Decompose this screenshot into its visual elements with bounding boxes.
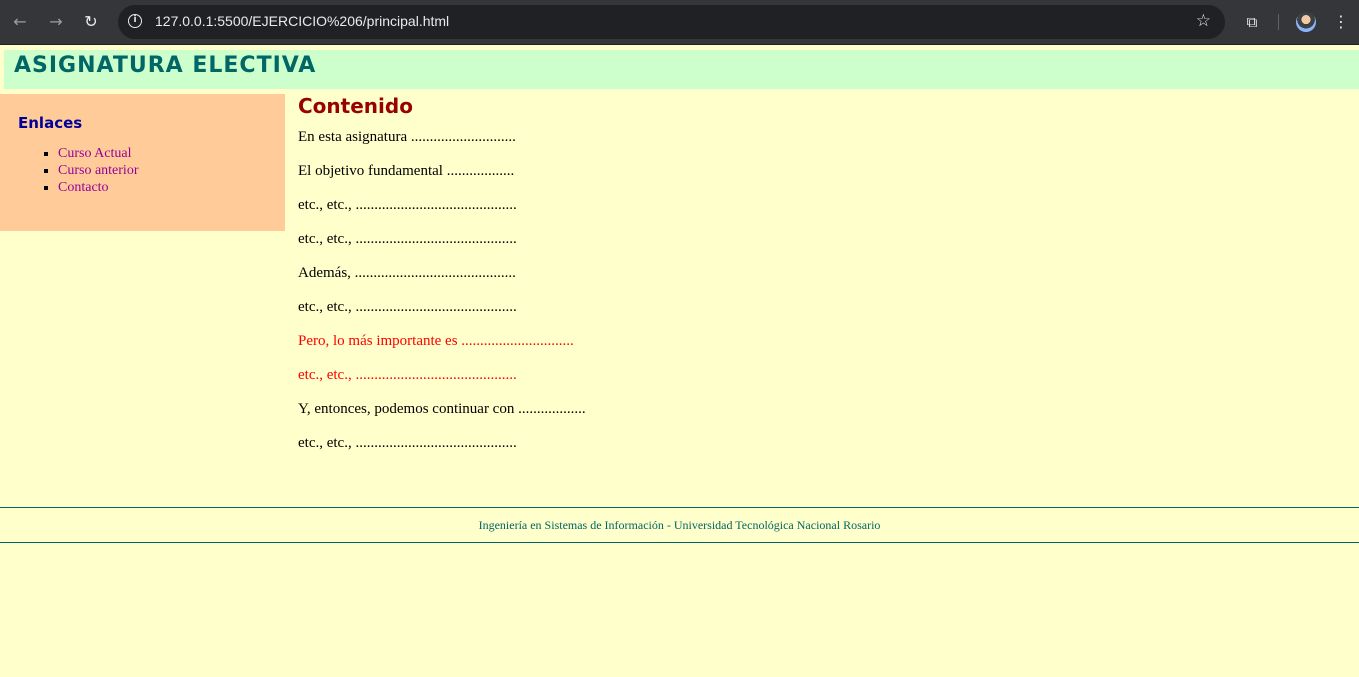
content-title: Contenido [298, 94, 413, 118]
extensions-icon[interactable]: ⧉ [1241, 11, 1263, 33]
sidebar: Enlaces Curso Actual Curso anterior Cont… [0, 94, 285, 231]
sidebar-item-contacto: Contacto [58, 179, 138, 196]
paragraph: etc., etc., ............................… [298, 231, 517, 247]
link-contacto[interactable]: Contacto [58, 180, 109, 195]
page-header: ASIGNATURA ELECTIVA [4, 50, 1359, 89]
browser-toolbar: ← → ↻ i 127.0.0.1:5500/EJERCICIO%206/pri… [0, 0, 1359, 45]
link-curso-anterior[interactable]: Curso anterior [58, 163, 138, 178]
paragraph: etc., etc., ............................… [298, 197, 517, 213]
paragraph: Y, entonces, podemos continuar con .....… [298, 401, 586, 417]
url-text[interactable]: 127.0.0.1:5500/EJERCICIO%206/principal.h… [155, 13, 449, 29]
page-footer: Ingeniería en Sistemas de Información - … [0, 507, 1359, 543]
forward-icon[interactable]: → [45, 11, 67, 33]
profile-avatar[interactable] [1296, 12, 1316, 32]
highlighted-paragraph: etc., etc., ............................… [298, 367, 517, 383]
paragraph: etc., etc., ............................… [298, 299, 517, 315]
sidebar-item-curso-anterior: Curso anterior [58, 162, 138, 179]
sidebar-title: Enlaces [18, 114, 83, 132]
page-title: ASIGNATURA ELECTIVA [14, 53, 317, 78]
link-curso-actual[interactable]: Curso Actual [58, 146, 132, 161]
site-info-icon[interactable]: i [128, 14, 142, 28]
bookmark-star-icon[interactable]: ☆ [1196, 11, 1211, 31]
paragraph: El objetivo fundamental ................… [298, 163, 515, 179]
address-bar[interactable]: i 127.0.0.1:5500/EJERCICIO%206/principal… [118, 5, 1225, 39]
back-icon[interactable]: ← [9, 11, 31, 33]
paragraph: Además, ................................… [298, 265, 516, 281]
toolbar-divider [1278, 14, 1279, 30]
reload-icon[interactable]: ↻ [80, 11, 102, 33]
highlighted-paragraph: Pero, lo más importante es .............… [298, 333, 574, 349]
sidebar-links: Curso Actual Curso anterior Contacto [18, 145, 138, 196]
paragraph: En esta asignatura .....................… [298, 129, 516, 145]
main-content: Contenido En esta asignatura ...........… [298, 92, 1298, 460]
kebab-menu-icon[interactable]: ⋮ [1333, 11, 1349, 33]
paragraph: etc., etc., ............................… [298, 435, 517, 451]
sidebar-item-curso-actual: Curso Actual [58, 145, 138, 162]
